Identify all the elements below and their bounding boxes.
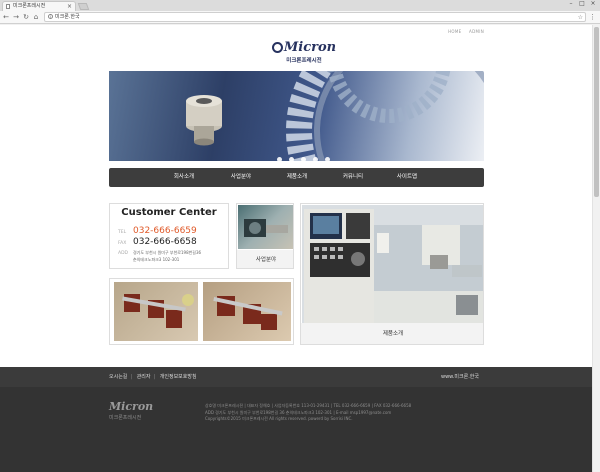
products-card[interactable]: 제품소개 (300, 203, 484, 345)
back-icon[interactable]: ← (2, 13, 10, 21)
logo-korean-text: 미크론프레시전 (286, 58, 322, 64)
bookmark-star-icon[interactable]: ☆ (578, 13, 583, 22)
business-image (238, 205, 293, 249)
nav-sitemap[interactable]: 사이트맵 (377, 168, 437, 187)
slider-dot[interactable] (325, 157, 331, 161)
addr-label: ADD (118, 251, 129, 256)
footer-logo-mark: Micron (109, 400, 154, 413)
product-photo[interactable] (114, 282, 198, 341)
nav-community[interactable]: 커뮤니티 (323, 168, 383, 187)
address-line2: 춘의테크노파크3 102-301 (133, 257, 180, 262)
close-tab-icon[interactable]: × (67, 2, 72, 11)
business-card[interactable]: 사업분야 (236, 203, 294, 269)
fax-row: FAX 032-666-6658 (118, 237, 197, 247)
browser-window: 미크론프레시전 × – □ × ← → ↻ ⌂ i 미크론.한국 ☆ ⋮ HOM… (0, 0, 600, 472)
forward-icon[interactable]: → (12, 13, 20, 21)
page-scrollbar[interactable] (592, 25, 600, 472)
footer-link-directions[interactable]: 오시는길 (109, 374, 127, 380)
scrollbar-thumb[interactable] (594, 27, 599, 197)
admin-link[interactable]: ADMIN (469, 29, 484, 34)
footer-info: Micron 미크론프레시전 상호명 미크론프레시젼 | 대표자 정해호 | 사… (0, 387, 600, 472)
slider-dot[interactable] (313, 157, 319, 161)
product-photos (109, 278, 294, 345)
business-label: 사업분야 (237, 250, 293, 268)
tab-title: 미크론프레시전 (13, 3, 46, 9)
close-window-icon[interactable]: × (588, 0, 598, 7)
browser-toolbar: ← → ↻ ⌂ i 미크론.한국 ☆ ⋮ (0, 11, 600, 24)
fax-label: FAX (118, 241, 127, 246)
address-bar[interactable]: i 미크론.한국 ☆ (44, 12, 586, 22)
nav-business[interactable]: 사업분야 (211, 168, 271, 187)
hero-slider (109, 71, 484, 161)
footer-links: 오시는길 | 관리자 | 개인정보보호방침 (109, 374, 197, 380)
main-nav: 회사소개 사업분야 제품소개 커뮤니티 사이트맵 (109, 168, 484, 187)
customer-center-title: Customer Center (121, 207, 217, 218)
page-icon (6, 4, 10, 9)
nav-products[interactable]: 제품소개 (267, 168, 327, 187)
tab-strip: 미크론프레시전 × – □ × (0, 0, 600, 11)
logo-mark: Micron (268, 41, 340, 54)
products-image (302, 205, 483, 323)
top-links: HOME ADMIN (442, 29, 484, 34)
footer-logo-korean: 미크론프레시전 (109, 415, 142, 421)
minimize-icon[interactable]: – (566, 0, 576, 7)
footer-link-privacy[interactable]: 개인정보보호방침 (160, 374, 197, 380)
nav-company[interactable]: 회사소개 (154, 168, 214, 187)
tel-number[interactable]: 032-666-6659 (133, 226, 197, 236)
customer-center-box: Customer Center TEL 032-666-6659 FAX 032-6… (109, 203, 229, 269)
new-tab-button[interactable] (77, 3, 90, 10)
tel-label: TEL (118, 230, 127, 235)
footer-logo: Micron 미크론프레시전 (109, 400, 159, 421)
tel-row: TEL 032-666-6659 (118, 226, 197, 236)
home-icon[interactable]: ⌂ (32, 13, 40, 21)
slider-dot[interactable] (289, 157, 295, 161)
slider-dot[interactable] (301, 157, 307, 161)
site-logo[interactable]: Micron 미크론프레시전 (268, 41, 340, 67)
slider-dot[interactable] (277, 157, 282, 161)
browser-tab[interactable]: 미크론프레시전 × (2, 1, 76, 11)
reload-icon[interactable]: ↻ (22, 13, 30, 21)
copyright-text: Copyrights©2015 미크론프레시전 All rights reser… (205, 416, 353, 421)
footer-site-url: www.미크론.한국 (441, 374, 479, 380)
product-photo[interactable] (203, 282, 291, 341)
address-text: 미크론.한국 (55, 14, 80, 20)
address-block: ADD 경기도 부천시 원미구 부천로198번길36 춘의테크노파크3 102-3… (118, 250, 201, 263)
company-info: 상호명 미크론프레시젼 | 대표자 정해호 | 사업자등록번호 113-01-2… (205, 403, 485, 423)
footer-link-admin[interactable]: 관리자 (137, 374, 151, 380)
address-line1: 경기도 부천시 원미구 부천로198번길36 (133, 250, 202, 255)
products-label: 제품소개 (301, 323, 483, 344)
info-icon[interactable]: i (48, 14, 53, 19)
webpage: HOME ADMIN Micron 미크론프레시전 회사소개 사업분야 제품소개… (0, 25, 600, 472)
fax-number: 032-666-6658 (133, 237, 197, 247)
maximize-icon[interactable]: □ (577, 0, 587, 7)
home-link[interactable]: HOME (448, 29, 461, 34)
menu-icon[interactable]: ⋮ (589, 13, 596, 21)
footer-links-bar: 오시는길 | 관리자 | 개인정보보호방침 www.미크론.한국 (0, 367, 600, 387)
slider-dots (277, 147, 332, 161)
